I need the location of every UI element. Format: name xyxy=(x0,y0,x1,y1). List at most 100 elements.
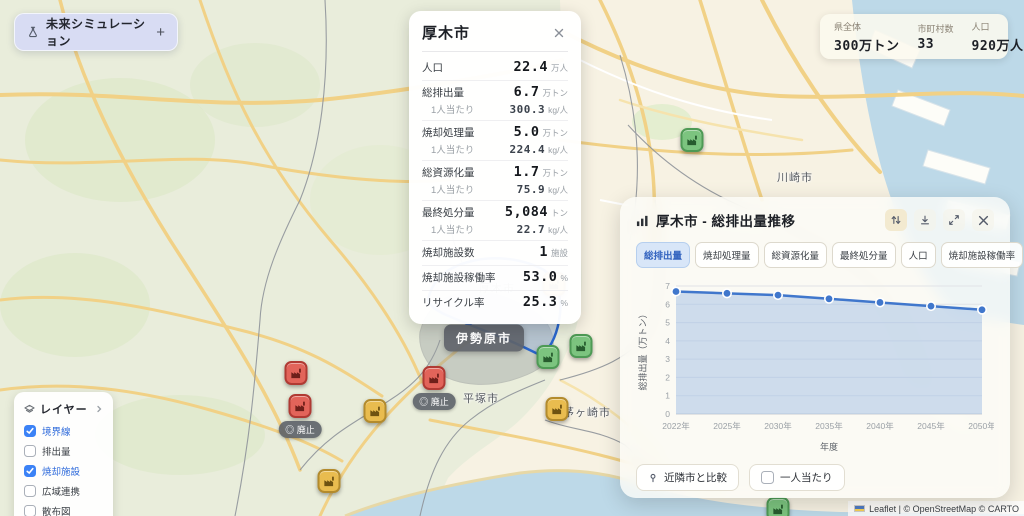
stat-row: 最終処分量 5,084 トン 1人当たり 22.7 kg/人 xyxy=(422,201,568,241)
add-icon[interactable]: + xyxy=(156,24,165,41)
layer-checkbox[interactable] xyxy=(24,485,36,497)
svg-text:7: 7 xyxy=(665,281,670,291)
facility-marker-ok[interactable] xyxy=(536,345,560,369)
trend-chart-panel: 厚木市 - 総排出量推移 総排出量 焼却処理量 総資源化量 最終処分量 人口 焼却施設稼働… xyxy=(620,197,1024,498)
sort-toggle-icon[interactable] xyxy=(885,209,907,231)
stat-row: 焼却処理量 5.0 万トン 1人当たり 224.4 kg/人 xyxy=(422,121,568,161)
prefecture-stat: 人口 920万人 xyxy=(971,21,1024,54)
city-panel-title: 厚木市 xyxy=(422,25,471,42)
stat-row: 人口 22.4 万人 xyxy=(422,56,568,81)
layer-checkbox[interactable] xyxy=(24,425,36,437)
layer-label: 排出量 xyxy=(42,447,71,458)
chart-tab[interactable]: 総資源化量 xyxy=(763,242,828,268)
svg-text:2050年: 2050年 xyxy=(968,421,994,431)
chart-tab[interactable]: 焼却施設稼働率 xyxy=(940,242,1024,268)
layers-panel: レイヤー 境界線排出量焼却施設広域連携散布図 xyxy=(14,392,113,516)
stat-row: 総資源化量 1.7 万トン 1人当たり 75.9 kg/人 xyxy=(422,161,568,201)
factory-icon xyxy=(295,401,305,411)
stat-row: 総排出量 6.7 万トン 1人当たり 300.3 kg/人 xyxy=(422,81,568,121)
facility-marker-warning[interactable] xyxy=(545,397,569,421)
expand-icon[interactable] xyxy=(943,209,965,231)
svg-text:4: 4 xyxy=(665,336,670,346)
layer-checkbox[interactable] xyxy=(24,505,36,516)
facility-marker-alert[interactable] xyxy=(288,394,312,418)
simulation-button[interactable]: 未来シミュレーション + xyxy=(14,13,178,51)
trend-chart: 0 1 2 3 4 5 6 7 2022年 2025年 2030年 2035年 2040年 2045年 20… xyxy=(636,276,996,459)
svg-text:0: 0 xyxy=(665,409,670,419)
layers-icon xyxy=(24,404,35,415)
layer-checkbox[interactable] xyxy=(24,465,36,477)
svg-text:3: 3 xyxy=(665,354,670,364)
facility-marker: ◎ 廃止 xyxy=(278,394,322,438)
svg-text:年度: 年度 xyxy=(820,441,838,452)
compare-neighbors-label: 近隣市と比較 xyxy=(664,472,727,484)
layer-toggle[interactable]: 広域連携 xyxy=(24,484,103,498)
svg-text:2035年: 2035年 xyxy=(815,421,843,431)
facility-marker-ok[interactable] xyxy=(766,497,790,516)
layer-toggle[interactable]: 境界線 xyxy=(24,424,103,438)
compare-neighbors-button[interactable]: 近隣市と比較 xyxy=(636,464,739,491)
layer-toggle-list: 境界線排出量焼却施設広域連携散布図 xyxy=(24,424,103,516)
per-capita-label: 一人当たり xyxy=(780,472,833,484)
chart-tab[interactable]: 最終処分量 xyxy=(832,242,896,268)
attribution-text[interactable]: Leaflet | © OpenStreetMap © CARTO xyxy=(869,504,1019,514)
city-label: 平塚市 xyxy=(463,393,499,405)
decommissioned-badge: ◎ 廃止 xyxy=(278,421,322,438)
stat-row: リサイクル率 25.3% xyxy=(422,294,568,310)
decommissioned-badge: ◎ 廃止 xyxy=(412,393,456,410)
facility-marker xyxy=(680,128,704,152)
svg-text:2030年: 2030年 xyxy=(764,421,792,431)
facility-marker xyxy=(569,334,593,358)
chart-tab[interactable]: 焼却処理量 xyxy=(695,242,759,268)
chart-tab[interactable]: 人口 xyxy=(900,242,936,268)
chart-panel-title: 厚木市 - 総排出量推移 xyxy=(656,214,796,229)
layer-label: 焼却施設 xyxy=(42,467,81,478)
facility-marker xyxy=(766,497,790,516)
close-icon[interactable] xyxy=(550,24,568,42)
region-tooltip: 伊勢原市 xyxy=(443,324,525,352)
ukraine-flag-icon xyxy=(854,504,866,513)
svg-text:6: 6 xyxy=(665,299,670,309)
layer-label: 境界線 xyxy=(42,427,71,438)
layer-toggle[interactable]: 散布図 xyxy=(24,504,103,516)
facility-marker: ◎ 廃止 xyxy=(412,366,456,410)
facility-marker-ok[interactable] xyxy=(680,128,704,152)
close-icon[interactable] xyxy=(972,209,994,231)
prefecture-stat: 県全体 300万トン xyxy=(834,21,900,54)
factory-icon xyxy=(370,406,380,416)
layer-toggle[interactable]: 焼却施設 xyxy=(24,464,103,478)
facility-marker xyxy=(363,399,387,423)
prefecture-stat: 市町村数 33 xyxy=(917,23,954,52)
factory-icon xyxy=(576,341,586,351)
layer-label: 散布図 xyxy=(42,507,71,516)
facility-marker-alert[interactable] xyxy=(284,361,308,385)
facility-marker-ok[interactable] xyxy=(569,334,593,358)
map-attribution: Leaflet | © OpenStreetMap © CARTO xyxy=(848,501,1024,516)
facility-marker-warning[interactable] xyxy=(317,469,341,493)
factory-icon xyxy=(324,476,334,486)
city-info-panel: 厚木市 人口 22.4 万人 総排出量 6.7 万トン 1人当たり 300.3 kg/人 焼却処理… xyxy=(409,11,581,324)
layer-checkbox[interactable] xyxy=(24,445,36,457)
facility-marker-warning[interactable] xyxy=(363,399,387,423)
per-capita-checkbox[interactable] xyxy=(761,471,774,484)
stat-row: 焼却施設数 1 施設 xyxy=(422,241,568,266)
bar-chart-icon xyxy=(636,214,649,227)
svg-text:2022年: 2022年 xyxy=(662,421,690,431)
chart-tab[interactable]: 総排出量 xyxy=(636,242,691,268)
prefecture-stats: 県全体 300万トン 市町村数 33 人口 920万人 xyxy=(820,14,1023,59)
svg-text:総排出量（万トン）: 総排出量（万トン） xyxy=(637,309,648,390)
layer-label: 広域連携 xyxy=(42,487,81,498)
svg-text:2025年: 2025年 xyxy=(713,421,741,431)
pin-icon xyxy=(648,472,658,483)
factory-icon xyxy=(687,135,697,145)
stat-row: 焼却施設稼働率 53.0% xyxy=(422,266,568,291)
download-icon[interactable] xyxy=(914,209,936,231)
svg-text:2045年: 2045年 xyxy=(917,421,945,431)
chevron-right-icon[interactable] xyxy=(95,405,103,413)
layer-toggle[interactable]: 排出量 xyxy=(24,444,103,458)
facility-marker-alert[interactable] xyxy=(422,366,446,390)
chart-metric-tabs: 総排出量 焼却処理量 総資源化量 最終処分量 人口 焼却施設稼働率 xyxy=(636,242,1024,268)
per-capita-toggle[interactable]: 一人当たり xyxy=(749,464,845,491)
layers-panel-title: レイヤー xyxy=(40,404,88,416)
city-label: 茅ヶ崎市 xyxy=(563,407,611,419)
